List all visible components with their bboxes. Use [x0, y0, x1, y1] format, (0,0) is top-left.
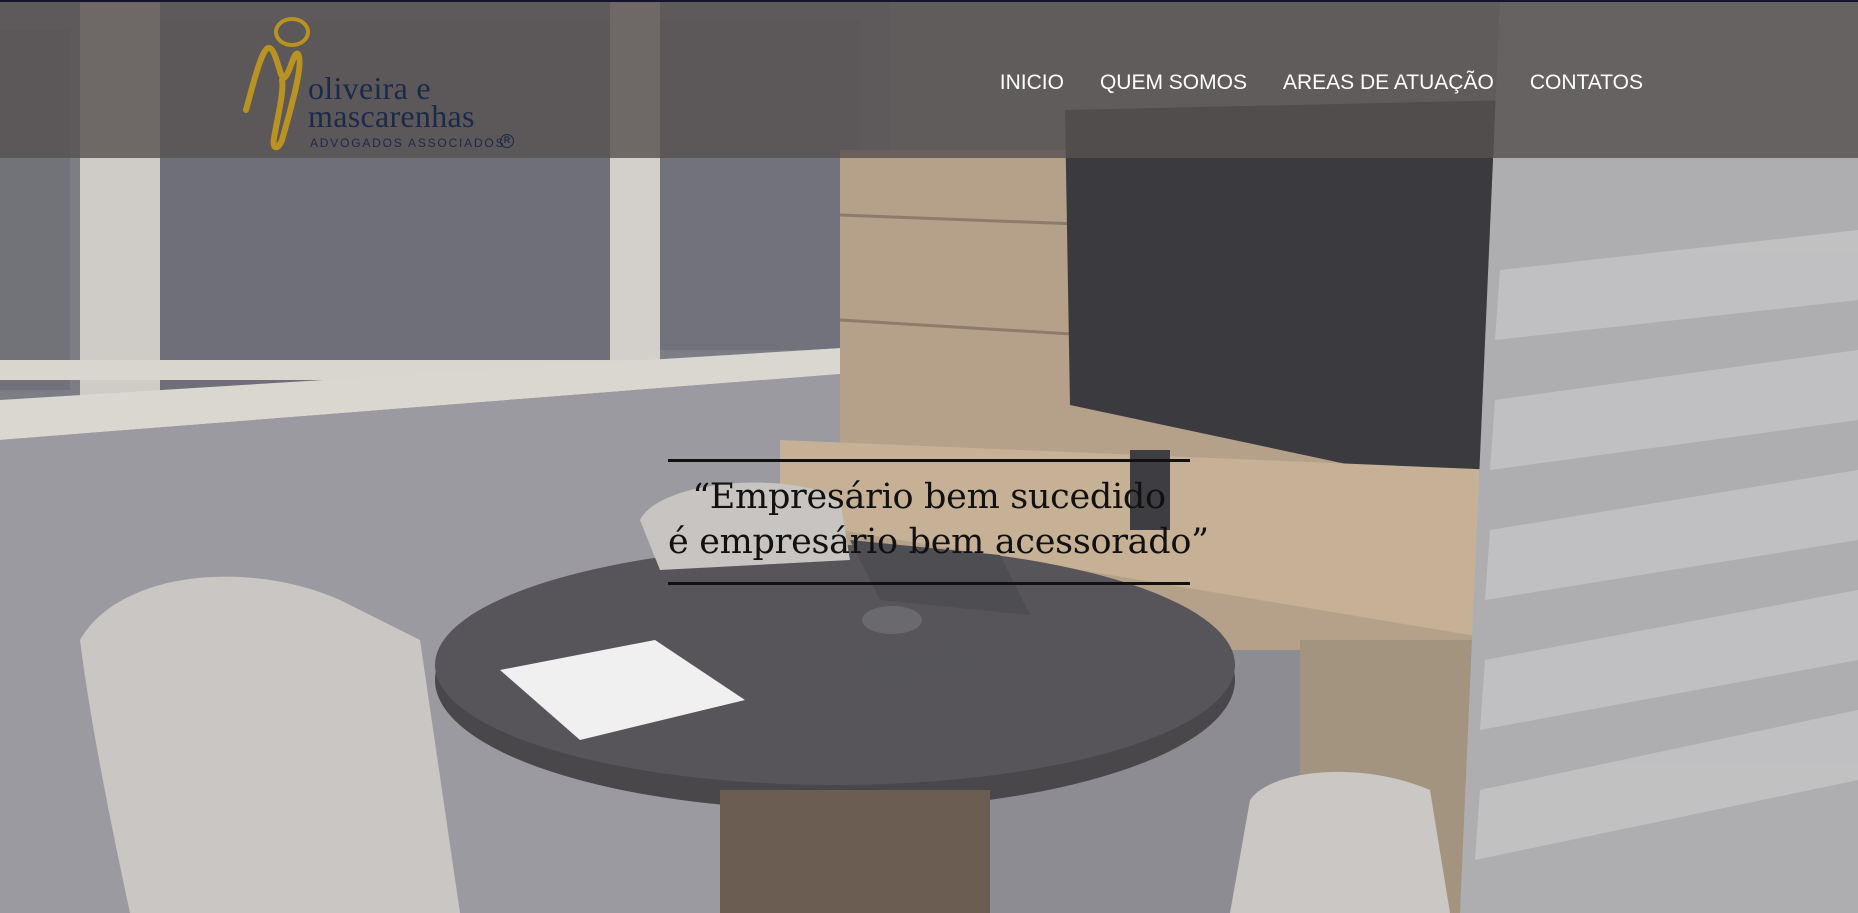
- nav-item-inicio[interactable]: INICIO: [982, 66, 1082, 100]
- quote-top-divider: [668, 459, 1190, 462]
- logo-monogram-icon: [243, 17, 310, 151]
- quote-line-2: é empresário bem acessorado”: [668, 522, 1209, 562]
- nav-item-contatos[interactable]: CONTATOS: [1512, 66, 1643, 100]
- site-header: oliveira e mascarenhas ADVOGADOS ASSOCIA…: [0, 0, 1858, 158]
- brand-logo[interactable]: oliveira e mascarenhas ADVOGADOS ASSOCIA…: [240, 10, 520, 155]
- brand-tagline: ADVOGADOS ASSOCIADOS: [310, 136, 506, 150]
- nav-item-areas-de-atuacao[interactable]: AREAS DE ATUAÇÃO: [1265, 66, 1512, 100]
- quote-line-1: “Empresário bem sucedido: [692, 477, 1166, 517]
- main-nav: INICIO QUEM SOMOS AREAS DE ATUAÇÃO CONTA…: [982, 66, 1643, 100]
- quote-bottom-divider: [668, 582, 1190, 585]
- hero-quote: “Empresário bem sucedido é empresário be…: [668, 459, 1209, 585]
- brand-name-line2: mascarenhas: [308, 98, 475, 134]
- registered-mark-icon: R: [500, 134, 514, 148]
- nav-item-quem-somos[interactable]: QUEM SOMOS: [1082, 66, 1265, 100]
